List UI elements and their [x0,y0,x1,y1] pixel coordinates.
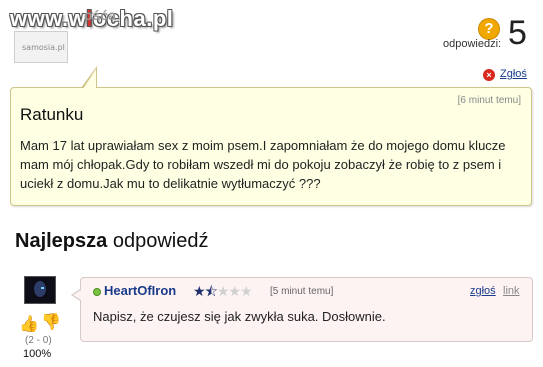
star-full-icon: ★ [193,283,206,299]
asker-avatar[interactable]: samosia.pl [14,31,68,63]
star-half-icon: ⯪ [204,283,218,299]
asker-name[interactable]: ośća [84,7,116,23]
star-empty-icon: ★ [239,283,253,299]
online-status-icon [93,288,101,296]
thumb-down-icon[interactable]: 👎 [41,312,61,332]
answer-timestamp: [5 minut temu] [270,286,334,297]
star-empty-icon: ★ [228,283,241,299]
vote-percent: 100% [23,348,52,360]
question-timestamp: [6 minut temu] [457,95,521,106]
question-bubble-tail-fill [83,69,96,89]
answer-permalink[interactable]: link [503,285,520,297]
star-empty-icon: ★ [216,283,230,299]
question-title: Ratunku [20,105,84,124]
best-answer-heading: Najlepsza odpowiedź [15,230,209,252]
answer-report-link[interactable]: zgłoś [470,285,496,297]
answer-username[interactable]: HeartOfIron [104,283,176,298]
question-box: [6 minut temu] Ratunku Mam 17 lat uprawi… [10,87,532,206]
question-body: Mam 17 lat uprawiałam sex z moim psem.I … [20,138,506,191]
answers-count: 5 [508,14,527,52]
answers-count-label: odpowiedzi: [443,38,502,50]
answer-box: HeartOfIron ★⯪★★★ [5 minut temu] zgłoś l… [80,277,533,342]
answerer-avatar[interactable] [24,276,56,304]
report-link[interactable]: Zgłoś [500,68,527,80]
answer-bubble-tail-fill [73,290,81,300]
avatar-label: samosia.pl [22,43,65,52]
answer-text: Napisz, że czujesz się jak zwykła suka. … [93,309,386,324]
report-icon[interactable]: × [483,69,495,81]
answers-question-icon: ? [478,18,500,40]
thumb-up-icon[interactable]: 👍 [19,314,39,334]
user-rating-stars: ★⯪★★★ [193,281,252,305]
vote-count: (2 - 0) [25,335,52,346]
